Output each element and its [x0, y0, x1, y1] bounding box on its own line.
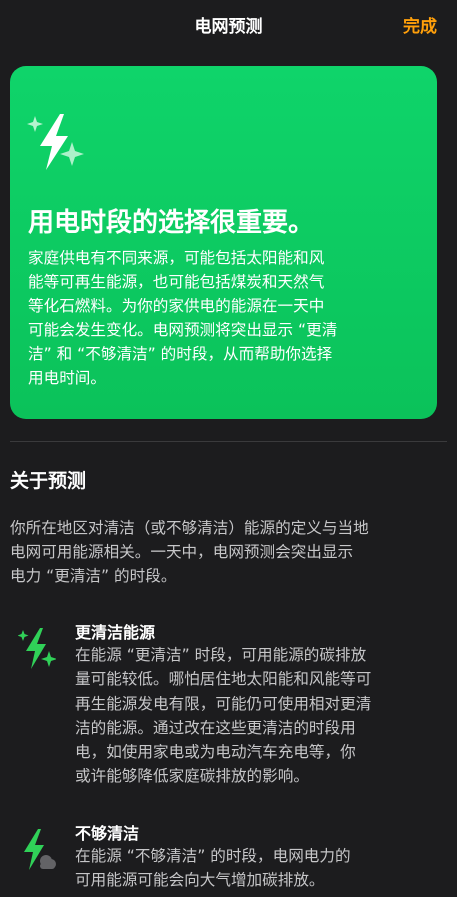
- about-line: 你所在地区对清洁（或不够清洁）能源的定义与当地: [10, 519, 369, 537]
- item-line: 洁的能源。通过改在这些更清洁的时段用: [75, 718, 356, 737]
- bolt-cloud-icon: [24, 829, 56, 870]
- less-clean-description: 在能源 “不够清洁” 的时段，电网电力的 可用能源可能会向大气增加碳排放。: [75, 844, 445, 893]
- hero-description: 家庭供电有不同来源，可能包括太阳能和风 能等可再生能源，也可能包括煤炭和天然气 …: [28, 246, 420, 390]
- item-line: 量可能较低。哪怕居住地太阳能和风能等可: [75, 670, 372, 689]
- item-line: 再生能源发电有限，可能仍可使用相对更清: [75, 694, 372, 713]
- hero-line: 可能会发生变化。电网预测将突出显示 “更清: [28, 321, 338, 339]
- item-line: 在能源 “不够清洁” 的时段，电网电力的: [75, 847, 351, 865]
- cleaner-energy-description: 在能源 “更清洁” 时段，可用能源的碳排放 量可能较低。哪怕居住地太阳能和风能等…: [75, 643, 445, 789]
- about-line: 电网可用能源相关。一天中，电网预测会突出显示: [10, 543, 354, 561]
- about-title: 关于预测: [10, 470, 87, 492]
- section-divider: [10, 441, 447, 442]
- item-line: 或许能够降低家庭碳排放的影响。: [75, 767, 309, 786]
- hero-line: 能等可再生能源，也可能包括煤炭和天然气: [28, 273, 325, 291]
- done-button[interactable]: 完成: [403, 12, 437, 37]
- nav-title: 电网预测: [194, 17, 263, 37]
- item-line: 在能源 “更清洁” 时段，可用能源的碳排放: [75, 646, 367, 664]
- cleaner-energy-title: 更清洁能源: [75, 623, 156, 642]
- about-line: 电力 “更清洁” 的时段。: [10, 567, 177, 585]
- hero-line: 家庭供电有不同来源，可能包括太阳能和风: [28, 249, 325, 267]
- hero-title: 用电时段的选择很重要。: [28, 208, 315, 238]
- less-clean-title: 不够清洁: [75, 824, 140, 843]
- item-line: 电，如使用家电或为电动汽车充电等，你: [75, 743, 356, 762]
- hero-line: 洁” 和 “不够清洁” 的时段，从而帮助你选择: [28, 345, 333, 363]
- sparkle-bolt-icon: [18, 628, 56, 669]
- navigation-bar: 电网预测 完成: [0, 0, 457, 46]
- hero-card: 用电时段的选择很重要。 家庭供电有不同来源，可能包括太阳能和风 能等可再生能源，…: [10, 66, 437, 419]
- hero-line: 等化石燃料。为你的家供电的能源在一天中: [28, 297, 325, 315]
- hero-line: 用电时间。: [28, 369, 106, 387]
- sparkle-bolt-icon: [27, 114, 84, 170]
- about-description: 你所在地区对清洁（或不够清洁）能源的定义与当地 电网可用能源相关。一天中，电网预…: [10, 516, 447, 588]
- item-line: 可用能源可能会向大气增加碳排放。: [75, 871, 325, 890]
